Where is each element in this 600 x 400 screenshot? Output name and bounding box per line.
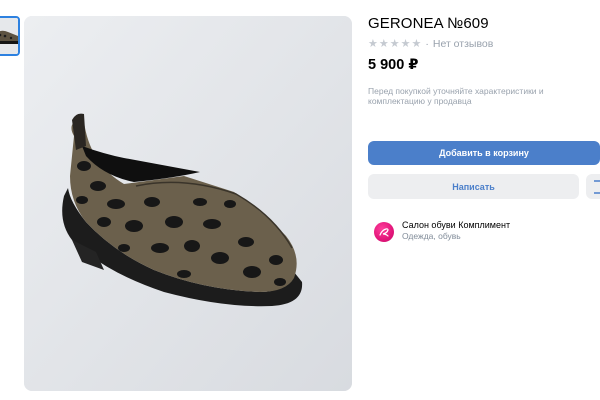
thumbnail-shoe-icon	[0, 18, 18, 54]
message-button[interactable]: Написать	[368, 174, 579, 199]
product-price: 5 900 ₽	[368, 57, 419, 73]
seller-category: Одежда, обувь	[402, 231, 461, 241]
reviews-count[interactable]: Нет отзывов	[433, 38, 493, 50]
star-icon: ★	[411, 38, 422, 50]
seller-logo-icon	[379, 228, 389, 237]
star-icon: ★	[378, 38, 389, 50]
product-thumbnail[interactable]	[0, 16, 20, 56]
product-image[interactable]	[24, 16, 352, 391]
rating-separator: ·	[425, 38, 429, 50]
more-button[interactable]	[586, 174, 600, 199]
star-icon: ★	[389, 38, 400, 50]
star-icon: ★	[400, 38, 411, 50]
star-icon: ★	[368, 38, 378, 50]
shoe-photo	[24, 16, 352, 391]
seller-block[interactable]: Салон обуви Комплимент Одежда, обувь	[374, 218, 510, 248]
more-icon	[594, 179, 600, 194]
purchase-note: Перед покупкой уточняйте характеристики …	[368, 86, 544, 106]
product-title: GERONEA №609	[368, 15, 489, 32]
add-to-cart-button[interactable]: Добавить в корзину	[368, 141, 600, 165]
seller-avatar[interactable]	[374, 222, 394, 242]
seller-name[interactable]: Салон обуви Комплимент	[402, 220, 510, 231]
rating-row[interactable]: ★ ★ ★ ★ ★ · Нет отзывов	[368, 37, 493, 51]
